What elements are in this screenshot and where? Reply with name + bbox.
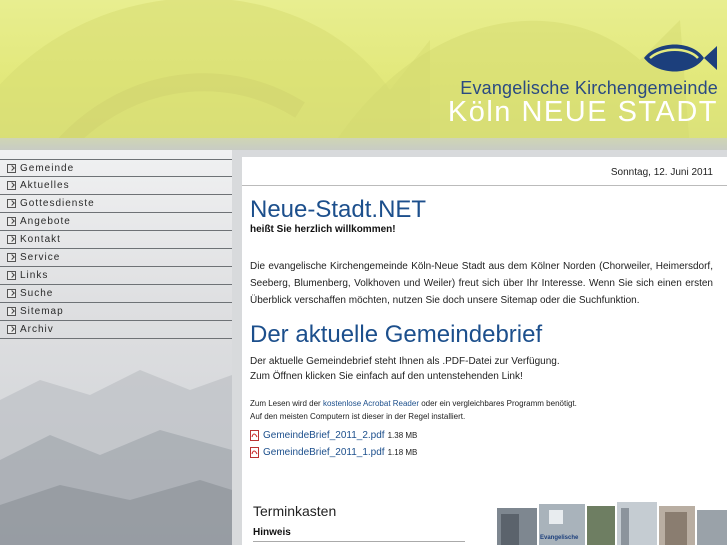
arrow-bullet-icon	[7, 199, 16, 208]
cover-title: Evangelische	[540, 535, 579, 541]
pdf-file-icon	[250, 430, 259, 441]
main-content: Sonntag, 12. Juni 2011 Neue-Stadt.NET he…	[242, 157, 727, 545]
terminkasten-heading: Terminkasten	[253, 503, 337, 519]
arrow-bullet-icon	[7, 217, 16, 226]
nav-item-service[interactable]: Service	[0, 249, 232, 267]
arrow-bullet-icon	[7, 235, 16, 244]
gemeindebrief-cover-image[interactable]: Evangelische	[489, 502, 727, 545]
nav-item-suche[interactable]: Suche	[0, 285, 232, 303]
terminkasten-hinweis: Hinweis	[253, 527, 291, 538]
arrow-bullet-icon	[7, 181, 16, 190]
arrow-bullet-icon	[7, 163, 16, 173]
nav-item-label: Archiv	[20, 324, 54, 335]
gemeindebrief-line1: Der aktuelle Gemeindebrief steht Ihnen a…	[250, 356, 560, 367]
file-row: GemeindeBrief_2011_2.pdf 1.38 MB	[250, 430, 417, 441]
sidebar: Gemeinde Aktuelles Gottesdienste Angebot…	[0, 150, 232, 545]
reader-note-line2: Auf den meisten Computern ist dieser in …	[250, 412, 466, 421]
nav-item-gottesdienste[interactable]: Gottesdienste	[0, 195, 232, 213]
intro-paragraph: Die evangelische Kirchengemeinde Köln-Ne…	[250, 261, 713, 306]
current-date: Sonntag, 12. Juni 2011	[610, 167, 713, 178]
nav-item-angebote[interactable]: Angebote	[0, 213, 232, 231]
main-navigation: Gemeinde Aktuelles Gottesdienste Angebot…	[0, 159, 232, 339]
gemeindebrief-line2: Zum Öffnen klicken Sie einfach auf den u…	[250, 371, 523, 382]
page-title: Neue-Stadt.NET	[250, 196, 427, 223]
nav-item-links[interactable]: Links	[0, 267, 232, 285]
header-bottom-strip	[0, 138, 727, 150]
rocks-background-image	[0, 370, 232, 545]
reader-note-suffix: oder ein vergleichbares Programm benötig…	[421, 399, 577, 408]
nav-item-label: Suche	[20, 288, 54, 299]
gemeindebrief-heading: Der aktuelle Gemeindebrief	[250, 321, 543, 348]
welcome-subtitle: heißt Sie herzlich willkommen!	[250, 224, 396, 235]
file-row: GemeindeBrief_2011_1.pdf 1.18 MB	[250, 447, 417, 458]
nav-item-label: Links	[20, 270, 49, 281]
divider	[253, 541, 465, 542]
reader-note: Zum Lesen wird der kostenlose Acrobat Re…	[250, 397, 577, 423]
pdf-download-link[interactable]: GemeindeBrief_2011_2.pdf	[263, 430, 385, 441]
file-size: 1.38 MB	[387, 431, 418, 440]
nav-item-label: Kontakt	[20, 234, 61, 245]
nav-item-sitemap[interactable]: Sitemap	[0, 303, 232, 321]
gemeindebrief-description: Der aktuelle Gemeindebrief steht Ihnen a…	[250, 354, 560, 384]
acrobat-reader-link[interactable]: kostenlose Acrobat Reader	[323, 399, 419, 408]
arrow-bullet-icon	[7, 253, 16, 262]
reader-note-prefix: Zum Lesen wird der	[250, 399, 321, 408]
org-name-line2: Köln NEUE STADT	[447, 96, 718, 128]
nav-item-label: Gottesdienste	[20, 198, 95, 209]
nav-item-kontakt[interactable]: Kontakt	[0, 231, 232, 249]
nav-item-label: Gemeinde	[20, 162, 75, 174]
nav-item-label: Angebote	[20, 216, 71, 227]
arrow-bullet-icon	[7, 271, 16, 280]
nav-item-label: Sitemap	[20, 306, 64, 317]
file-size: 1.18 MB	[387, 448, 418, 457]
pdf-download-link[interactable]: GemeindeBrief_2011_1.pdf	[263, 447, 385, 458]
divider	[242, 185, 727, 186]
arrow-bullet-icon	[7, 289, 16, 298]
arrow-bullet-icon	[7, 307, 16, 316]
nav-item-label: Service	[20, 252, 61, 263]
pdf-file-icon	[250, 447, 259, 458]
nav-item-gemeinde[interactable]: Gemeinde	[0, 159, 232, 177]
nav-item-archiv[interactable]: Archiv	[0, 321, 232, 339]
arrow-bullet-icon	[7, 325, 16, 334]
cover-collage	[489, 502, 727, 545]
nav-item-aktuelles[interactable]: Aktuelles	[0, 177, 232, 195]
nav-item-label: Aktuelles	[20, 180, 70, 191]
ichthys-fish-icon[interactable]	[640, 38, 720, 76]
page-header: Evangelische Kirchengemeinde Köln NEUE S…	[0, 0, 727, 150]
